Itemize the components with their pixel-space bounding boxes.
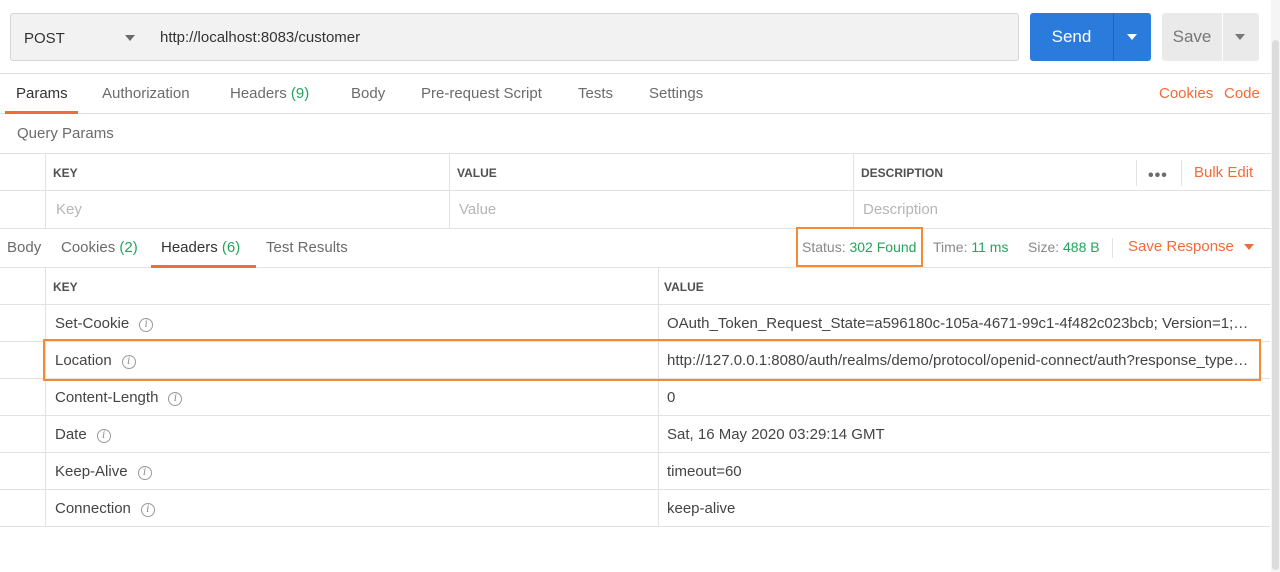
send-options-button[interactable] xyxy=(1114,13,1151,61)
request-bar: POST http://localhost:8083/customer Send… xyxy=(0,0,1280,74)
response-time: Time: 11 ms xyxy=(933,239,1008,255)
location-highlight-box xyxy=(43,339,1261,381)
header-value: timeout=60 xyxy=(667,463,742,480)
method-value: POST xyxy=(24,30,65,47)
tab-response-cookies[interactable]: Cookies (2) xyxy=(61,228,138,268)
info-icon[interactable]: i xyxy=(96,429,111,443)
table-row: Connection i keep-alive xyxy=(0,490,1270,527)
time-label: Time: xyxy=(933,239,968,255)
header-key: Set-Cookie i xyxy=(55,315,154,332)
param-key-input[interactable]: Key xyxy=(56,201,82,218)
param-value-input[interactable]: Value xyxy=(459,201,496,218)
header-value: 0 xyxy=(667,389,676,406)
header-key: Connection i xyxy=(55,500,155,517)
tab-response-headers-label: Headers xyxy=(161,239,218,256)
tab-prerequest-script[interactable]: Pre-request Script xyxy=(421,74,542,114)
status-value: 302 Found xyxy=(849,239,917,255)
chevron-down-icon xyxy=(125,35,135,41)
tab-params[interactable]: Params xyxy=(16,74,68,114)
response-headers-header: KEY VALUE xyxy=(0,268,1270,305)
size-value: 488 B xyxy=(1063,239,1100,255)
table-row: Set-Cookie i OAuth_Token_Request_State=a5… xyxy=(0,305,1270,342)
tab-headers[interactable]: Headers (9) xyxy=(230,74,309,114)
param-description-input[interactable]: Description xyxy=(863,201,938,218)
header-key: Keep-Alive i xyxy=(55,463,152,480)
rh-col-key: KEY xyxy=(53,280,78,294)
cookies-link[interactable]: Cookies xyxy=(1159,74,1213,114)
query-params-table xyxy=(0,153,1271,229)
code-link[interactable]: Code xyxy=(1224,74,1260,114)
query-params-title: Query Params xyxy=(17,125,114,142)
scrollbar[interactable] xyxy=(1271,0,1280,572)
header-key-text: Keep-Alive xyxy=(55,463,128,480)
chevron-down-icon xyxy=(1235,34,1245,40)
info-icon[interactable]: i xyxy=(139,318,154,332)
rh-col-value: VALUE xyxy=(664,280,704,294)
header-key: Content-Length i xyxy=(55,389,183,406)
active-tab-indicator xyxy=(5,111,78,114)
info-icon[interactable]: i xyxy=(137,466,152,480)
response-status: Status: 302 Found xyxy=(802,239,916,255)
header-key: Date i xyxy=(55,426,111,443)
headers-count: (9) xyxy=(290,85,310,102)
qp-col-value: VALUE xyxy=(457,166,497,180)
size-label: Size: xyxy=(1028,239,1060,255)
scrollbar-thumb[interactable] xyxy=(1272,40,1279,570)
tab-settings[interactable]: Settings xyxy=(649,74,703,114)
chevron-down-icon xyxy=(1127,34,1137,40)
response-size: Size: 488 B xyxy=(1028,239,1100,255)
header-key-text: Date xyxy=(55,426,87,443)
url-input[interactable]: http://localhost:8083/customer xyxy=(148,13,1019,61)
save-response-button[interactable]: Save Response xyxy=(1128,238,1254,255)
tab-response-headers[interactable]: Headers (6) xyxy=(161,228,240,268)
save-button[interactable]: Save xyxy=(1162,13,1259,61)
header-key-text: Content-Length xyxy=(55,389,159,406)
info-icon[interactable]: i xyxy=(168,392,183,406)
tab-authorization[interactable]: Authorization xyxy=(102,74,190,114)
tab-response-cookies-label: Cookies xyxy=(61,239,116,256)
chevron-down-icon xyxy=(1243,244,1254,251)
response-cookies-count: (2) xyxy=(119,239,138,256)
save-response-label: Save Response xyxy=(1128,238,1234,255)
url-value: http://localhost:8083/customer xyxy=(160,29,361,46)
table-row: Content-Length i 0 xyxy=(0,379,1270,416)
info-icon[interactable]: i xyxy=(140,503,155,517)
tab-test-results[interactable]: Test Results xyxy=(266,228,348,268)
table-row: Keep-Alive i timeout=60 xyxy=(0,453,1270,490)
qp-col-description: DESCRIPTION xyxy=(861,166,944,180)
request-tabs: Params Authorization Headers (9) Body Pr… xyxy=(0,74,1280,114)
header-value: keep-alive xyxy=(667,500,736,517)
send-label: Send xyxy=(1051,27,1092,46)
status-label: Status: xyxy=(802,239,846,255)
query-params-empty-row xyxy=(0,191,1271,229)
time-value: 11 ms xyxy=(971,239,1009,255)
response-headers-count: (6) xyxy=(221,239,241,256)
send-button[interactable]: Send xyxy=(1030,13,1151,61)
tab-body[interactable]: Body xyxy=(351,74,385,114)
tab-response-body[interactable]: Body xyxy=(7,228,41,268)
header-key-text: Connection xyxy=(55,500,131,517)
qp-col-key: KEY xyxy=(53,166,78,180)
header-key-text: Set-Cookie xyxy=(55,315,130,332)
more-options-icon[interactable]: ••• xyxy=(1148,167,1168,185)
table-row: Date i Sat, 16 May 2020 03:29:14 GMT xyxy=(0,416,1270,453)
save-options-button[interactable] xyxy=(1223,13,1259,61)
bulk-edit-link[interactable]: Bulk Edit xyxy=(1194,164,1253,181)
method-select[interactable]: POST xyxy=(10,13,149,61)
tab-headers-label: Headers xyxy=(230,85,287,102)
header-value: Sat, 16 May 2020 03:29:14 GMT xyxy=(667,426,885,443)
query-params-header xyxy=(0,154,1271,191)
save-label: Save xyxy=(1172,27,1212,46)
tab-tests[interactable]: Tests xyxy=(578,74,613,114)
header-value: OAuth_Token_Request_State=a596180c-105a-… xyxy=(667,315,1252,332)
